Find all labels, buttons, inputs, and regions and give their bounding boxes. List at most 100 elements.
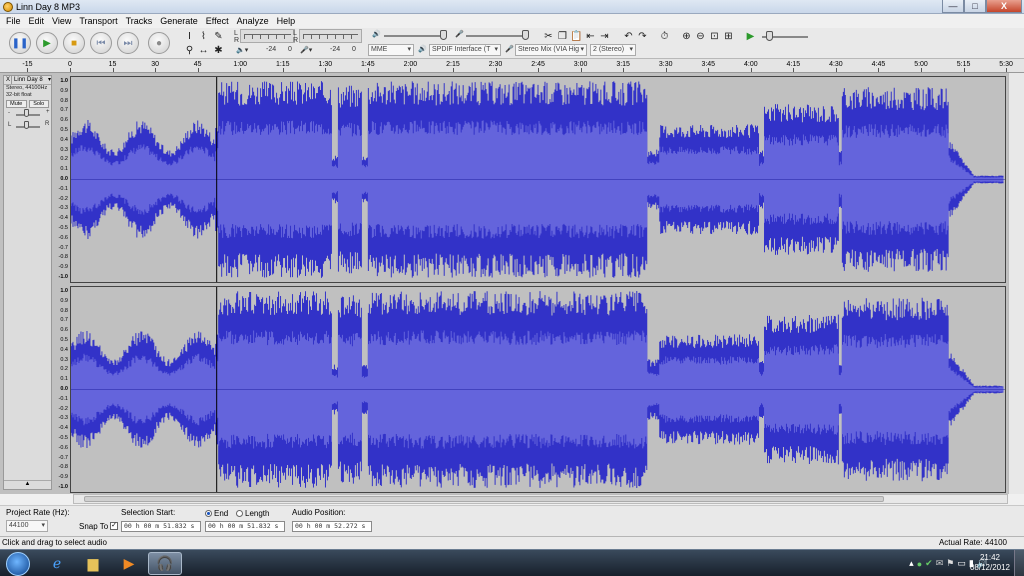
- taskbar-clock[interactable]: 21:42 08/12/2012: [970, 553, 1010, 573]
- recording-meter[interactable]: [299, 29, 362, 43]
- play-at-speed-icon[interactable]: ▶: [744, 30, 757, 43]
- draw-tool-icon[interactable]: ✎: [212, 30, 225, 43]
- show-desktop-button[interactable]: [1014, 550, 1024, 576]
- left-channel-waveform[interactable]: [70, 76, 1006, 283]
- silence-icon[interactable]: ⇥: [598, 30, 611, 43]
- playback-meter[interactable]: [240, 29, 295, 43]
- file-explorer-icon[interactable]: ▆: [76, 552, 110, 575]
- fit-selection-icon[interactable]: ⊡: [708, 30, 721, 43]
- output-volume-slider[interactable]: [380, 30, 450, 40]
- pause-button[interactable]: ❚❚: [9, 32, 31, 54]
- amplitude-tick-label: 0.7: [60, 317, 68, 324]
- length-radio-group[interactable]: Length: [236, 509, 269, 518]
- amplitude-tick-label: -0.9: [58, 474, 68, 481]
- ruler-tick-line: [665, 68, 667, 72]
- skip-to-end-button[interactable]: ⏭: [117, 32, 139, 54]
- menu-view[interactable]: View: [48, 16, 75, 26]
- menu-effect[interactable]: Effect: [202, 16, 233, 26]
- gain-plus-label: +: [46, 109, 50, 115]
- track-name[interactable]: Linn Day 8: [12, 76, 48, 84]
- ruler-tick-label: 3:30: [658, 61, 673, 68]
- minimize-button[interactable]: —: [942, 0, 964, 13]
- ruler-tick-label: -15: [22, 61, 33, 68]
- menu-file[interactable]: File: [2, 16, 25, 26]
- vertical-scrollbar[interactable]: [1008, 73, 1024, 494]
- clock-date: 08/12/2012: [969, 563, 1010, 572]
- tray-flag-icon[interactable]: ⚑: [946, 558, 954, 569]
- track-close-button[interactable]: X: [5, 76, 12, 84]
- track-name-bar[interactable]: X Linn Day 8 ▾: [4, 76, 51, 85]
- redo-icon[interactable]: ↷: [636, 30, 649, 43]
- input-volume-slider[interactable]: [462, 30, 532, 40]
- copy-icon[interactable]: ❐: [556, 30, 569, 43]
- ruler-tick-label: 1:45: [361, 61, 375, 68]
- close-button[interactable]: X: [986, 0, 1022, 13]
- menu-help[interactable]: Help: [273, 16, 300, 26]
- end-radio-group[interactable]: End: [205, 509, 228, 518]
- paste-icon[interactable]: 📋: [570, 30, 583, 43]
- status-bar: Click and drag to select audio Actual Ra…: [0, 536, 1024, 549]
- play-button[interactable]: ▶: [36, 32, 58, 54]
- media-player-icon[interactable]: ▶: [112, 552, 146, 575]
- maximize-button[interactable]: □: [964, 0, 986, 13]
- audio-position-field[interactable]: 00 h 00 m 52.272 s: [292, 521, 372, 532]
- play-speed-slider[interactable]: [758, 31, 812, 41]
- solo-button[interactable]: Solo: [28, 100, 49, 108]
- length-radio[interactable]: [236, 510, 243, 518]
- cut-icon[interactable]: ✂: [542, 30, 555, 43]
- selection-tool-icon[interactable]: I: [183, 30, 196, 43]
- timeline-ruler[interactable]: -15 0 15 30 45 1:00 1:15 1:30 1:45 2:00 2:15 2:30 2:…: [0, 59, 1024, 73]
- timeshift-tool-icon[interactable]: ↔: [197, 44, 210, 57]
- envelope-tool-icon[interactable]: ⌇: [197, 30, 210, 43]
- zoom-tool-icon[interactable]: ⚲: [183, 44, 196, 57]
- tray-network-icon[interactable]: ▴: [909, 558, 914, 569]
- tray-chat-icon[interactable]: ✉: [936, 558, 944, 569]
- mute-button[interactable]: Mute: [6, 100, 27, 108]
- menu-bar: File Edit View Transport Tracks Generate…: [0, 14, 1024, 28]
- menu-edit[interactable]: Edit: [25, 16, 49, 26]
- pan-slider[interactable]: [12, 121, 44, 131]
- horizontal-scrollbar[interactable]: [73, 494, 1008, 504]
- menu-generate[interactable]: Generate: [156, 16, 202, 26]
- skip-to-start-button[interactable]: ⏮: [90, 32, 112, 54]
- collapse-track-button[interactable]: ▲: [4, 480, 51, 489]
- tray-security-icon[interactable]: ✔: [925, 558, 933, 569]
- trim-icon[interactable]: ⇤: [584, 30, 597, 43]
- stop-button[interactable]: ■: [63, 32, 85, 54]
- ruler-tick-label: 4:00: [743, 61, 758, 68]
- right-channel-waveform[interactable]: [70, 286, 1006, 493]
- audacity-taskbar-icon[interactable]: 🎧: [148, 552, 182, 575]
- scroll-thumb[interactable]: [84, 496, 884, 502]
- menu-tracks[interactable]: Tracks: [122, 16, 157, 26]
- selection-start-field[interactable]: 00 h 00 m 51.832 s: [121, 521, 201, 532]
- input-channels-select[interactable]: 2 (Stereo): [590, 44, 636, 56]
- project-rate-select[interactable]: 44100: [6, 520, 48, 532]
- gain-slider[interactable]: [12, 109, 44, 119]
- snap-to-label: Snap To: [79, 522, 109, 531]
- track-menu-arrow[interactable]: ▾: [48, 76, 51, 84]
- tray-app-icon[interactable]: ●: [917, 559, 922, 569]
- ruler-tick-line: [155, 68, 157, 72]
- selection-toolbar: Project Rate (Hz): 44100 Snap To ✓ Selec…: [0, 505, 1024, 536]
- snap-to-checkbox[interactable]: ✓: [110, 522, 118, 530]
- record-button[interactable]: ●: [148, 32, 170, 54]
- audio-host-select[interactable]: MME: [368, 44, 414, 56]
- output-device-select[interactable]: SPDIF Interface (T: [429, 44, 501, 56]
- zoom-out-icon[interactable]: ⊖: [694, 30, 707, 43]
- multi-tool-icon[interactable]: ✱: [212, 44, 225, 57]
- selection-end-field[interactable]: 00 h 00 m 51.832 s: [205, 521, 285, 532]
- internet-explorer-icon[interactable]: ℯ: [40, 552, 74, 575]
- tray-power-icon[interactable]: ▭: [957, 558, 966, 569]
- amplitude-tick-label: 0.5: [60, 127, 68, 133]
- menu-transport[interactable]: Transport: [75, 16, 121, 26]
- start-button[interactable]: [6, 552, 30, 576]
- undo-icon[interactable]: ↶: [622, 30, 635, 43]
- ruler-tick-label: 3:00: [573, 61, 588, 68]
- sync-lock-icon[interactable]: ⏱: [658, 30, 671, 43]
- end-radio[interactable]: [205, 510, 212, 518]
- zoom-in-icon[interactable]: ⊕: [680, 30, 693, 43]
- fit-project-icon[interactable]: ⊞: [722, 30, 735, 43]
- menu-analyze[interactable]: Analyze: [233, 16, 273, 26]
- output-device-icon: 🔊: [418, 46, 427, 53]
- input-device-select[interactable]: Stereo Mix (VIA Hig: [515, 44, 587, 56]
